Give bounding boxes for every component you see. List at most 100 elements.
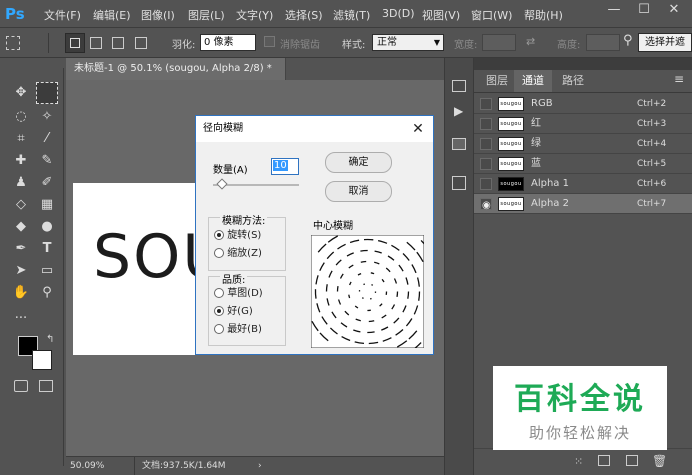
dodge-tool-icon[interactable]: ● <box>36 216 58 238</box>
new-selection-icon[interactable] <box>65 33 85 53</box>
channel-row[interactable]: sougou Alpha 1 Ctrl+6 <box>474 174 692 194</box>
history-panel-icon[interactable] <box>452 80 466 92</box>
channel-row[interactable]: ◉ sougou Alpha 2 Ctrl+7 <box>474 194 692 214</box>
style-select[interactable]: 正常 ▼ <box>372 34 444 51</box>
close-icon[interactable]: ✕ <box>409 120 427 138</box>
blur-method-option[interactable]: 缩放(Z) <box>214 244 262 259</box>
quality-option[interactable]: 好(G) <box>214 302 253 317</box>
tab-channels[interactable]: 通道 <box>514 70 552 92</box>
chevron-right-icon[interactable]: › <box>258 457 262 475</box>
channel-row[interactable]: sougou 蓝 Ctrl+5 <box>474 154 692 174</box>
type-tool-icon[interactable]: T <box>36 238 58 260</box>
radio-button[interactable] <box>214 324 224 334</box>
play-actions-icon[interactable]: ▶ <box>454 104 463 118</box>
maximize-button[interactable]: ☐ <box>630 0 658 22</box>
zoom-level[interactable]: 50.09% <box>70 457 104 475</box>
visibility-toggle[interactable] <box>480 138 492 150</box>
feather-input[interactable]: 0 像素 <box>200 34 256 51</box>
rectangle-tool-icon[interactable]: ▭ <box>36 260 58 282</box>
blur-tool-icon[interactable]: ◆ <box>10 216 32 238</box>
channel-row[interactable]: sougou RGB Ctrl+2 <box>474 94 692 114</box>
zoom-tool-icon[interactable]: ⚲ <box>36 282 58 304</box>
menu-file[interactable]: 文件(F) <box>44 7 81 23</box>
blur-center-preview[interactable] <box>311 235 424 348</box>
menu-filter[interactable]: 滤镜(T) <box>333 7 370 23</box>
clone-stamp-icon[interactable]: ♟ <box>10 172 32 194</box>
menu-edit[interactable]: 编辑(E) <box>93 7 131 23</box>
height-input[interactable] <box>586 34 620 51</box>
divider <box>48 33 49 53</box>
screen-mode-icon[interactable] <box>39 380 53 392</box>
move-tool-icon[interactable]: ✥ <box>10 82 32 104</box>
panel-menu-icon[interactable]: ≡ <box>674 72 684 86</box>
visibility-toggle[interactable] <box>480 98 492 110</box>
blur-method-label: 模糊方法: <box>220 212 268 227</box>
gradient-tool-icon[interactable]: ▦ <box>36 194 58 216</box>
brush-tool-icon[interactable]: ✎ <box>36 150 58 172</box>
menu-3d[interactable]: 3D(D) <box>382 7 415 20</box>
amount-input[interactable]: 10 <box>271 158 299 175</box>
magic-wand-icon[interactable]: ✧ <box>36 106 58 128</box>
tab-paths[interactable]: 路径 <box>554 70 592 92</box>
close-window-button[interactable]: ✕ <box>660 0 688 22</box>
menu-select[interactable]: 选择(S) <box>285 7 323 23</box>
document-tab[interactable]: 未标题-1 @ 50.1% (sougou, Alpha 2/8) * <box>66 58 286 80</box>
radio-button[interactable] <box>214 248 224 258</box>
hand-tool-icon[interactable]: ✋ <box>10 282 32 304</box>
menu-window[interactable]: 窗口(W) <box>471 7 512 23</box>
paths-panel-icon[interactable] <box>452 176 466 190</box>
quick-mask-icon[interactable] <box>14 380 28 392</box>
divider <box>134 457 135 475</box>
path-selection-icon[interactable]: ➤ <box>10 260 32 282</box>
menu-layer[interactable]: 图层(L) <box>188 7 225 23</box>
menu-view[interactable]: 视图(V) <box>422 7 460 23</box>
marquee-tool-preset-icon[interactable] <box>6 36 20 50</box>
width-input[interactable] <box>482 34 516 51</box>
channel-row[interactable]: sougou 红 Ctrl+3 <box>474 114 692 134</box>
amount-slider-thumb[interactable] <box>215 178 228 190</box>
menu-help[interactable]: 帮助(H) <box>524 7 563 23</box>
save-selection-icon[interactable] <box>598 455 610 466</box>
load-selection-icon[interactable]: ⁙ <box>574 455 583 468</box>
visibility-toggle[interactable] <box>480 118 492 130</box>
crop-tool-icon[interactable]: ⌗ <box>10 128 32 150</box>
eye-icon[interactable]: ◉ <box>480 198 492 211</box>
history-brush-icon[interactable]: ✐ <box>36 172 58 194</box>
add-selection-icon[interactable] <box>90 37 102 49</box>
radio-button[interactable] <box>214 288 224 298</box>
new-channel-icon[interactable] <box>626 455 638 466</box>
ok-button[interactable]: 确定 <box>325 152 392 173</box>
select-and-mask-button[interactable]: 选择并遮 <box>638 33 692 52</box>
visibility-toggle[interactable] <box>480 178 492 190</box>
radio-button[interactable] <box>214 306 224 316</box>
radio-button[interactable] <box>214 230 224 240</box>
amount-value: 10 <box>273 160 288 171</box>
minimize-button[interactable]: — <box>600 0 628 22</box>
healing-brush-icon[interactable]: ✚ <box>10 150 32 172</box>
blur-method-option[interactable]: 旋转(S) <box>214 226 261 241</box>
antialias-checkbox[interactable] <box>264 36 275 47</box>
marquee-tool-icon[interactable] <box>36 82 58 104</box>
background-color-swatch[interactable] <box>32 350 52 370</box>
channel-row[interactable]: sougou 绿 Ctrl+4 <box>474 134 692 154</box>
channel-shortcut: Ctrl+3 <box>637 119 667 129</box>
channel-name: 蓝 <box>531 158 541 169</box>
swap-icon[interactable]: ⇄ <box>526 35 535 48</box>
more-tools-icon[interactable]: ··· <box>10 308 32 330</box>
lasso-tool-icon[interactable]: ◌ <box>10 106 32 128</box>
eraser-tool-icon[interactable]: ◇ <box>10 194 32 216</box>
cancel-button[interactable]: 取消 <box>325 181 392 202</box>
subtract-selection-icon[interactable] <box>112 37 124 49</box>
intersect-selection-icon[interactable] <box>135 37 147 49</box>
tab-layers[interactable]: 图层 <box>478 70 516 92</box>
menu-type[interactable]: 文字(Y) <box>236 7 273 23</box>
visibility-toggle[interactable] <box>480 158 492 170</box>
eyedropper-icon[interactable]: ⁄ <box>36 128 58 150</box>
quality-option[interactable]: 草图(D) <box>214 284 263 299</box>
properties-panel-icon[interactable] <box>452 138 466 150</box>
delete-channel-icon[interactable]: 🗑 <box>652 454 667 468</box>
menu-image[interactable]: 图像(I) <box>141 7 175 23</box>
swap-colors-icon[interactable]: ↰ <box>46 334 54 345</box>
quality-option[interactable]: 最好(B) <box>214 320 262 335</box>
pen-tool-icon[interactable]: ✒ <box>10 238 32 260</box>
